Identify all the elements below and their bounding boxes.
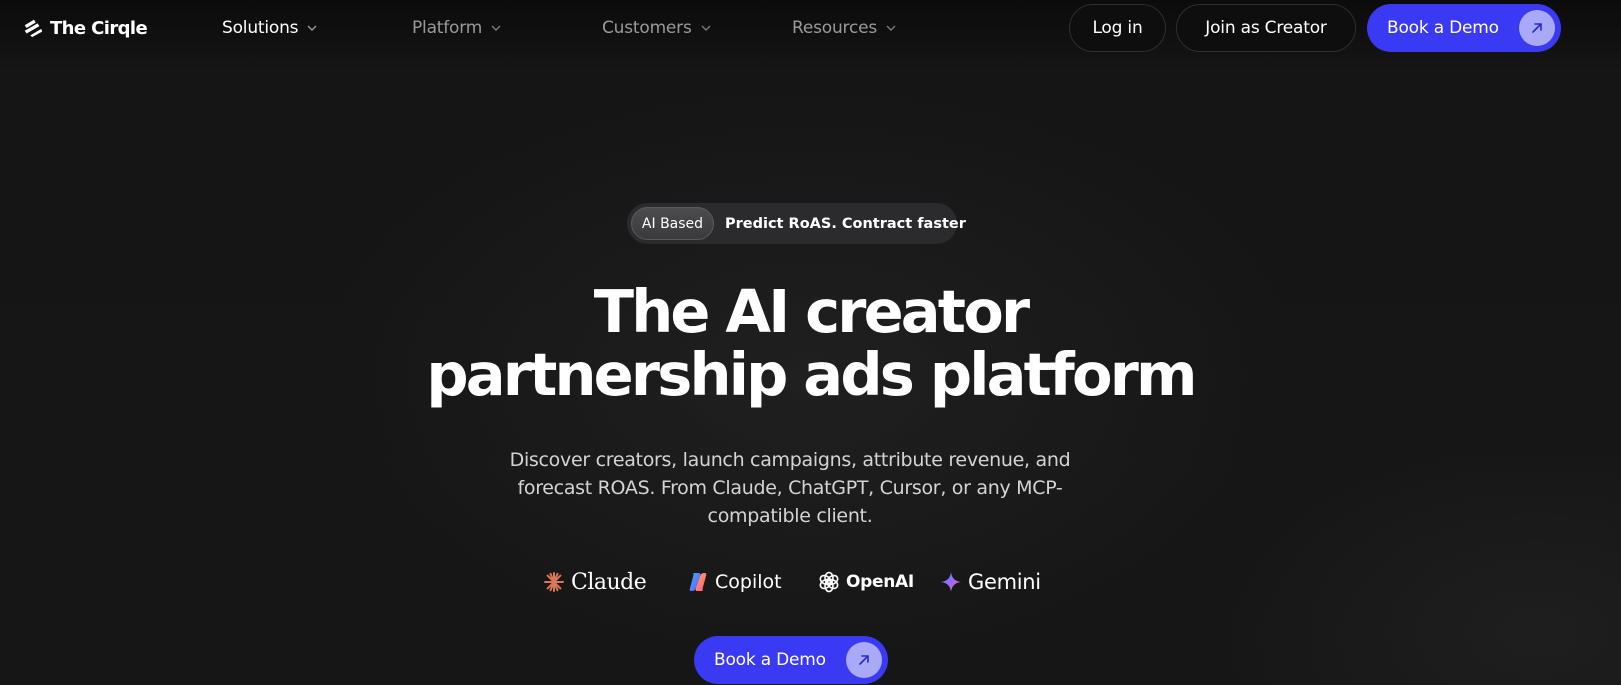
nav-book-demo-button[interactable]: Book a Demo [1367,4,1561,52]
claude-label: Claude [571,569,647,595]
nav-resources[interactable]: Resources [792,16,897,40]
nav-customers[interactable]: Customers [602,16,712,40]
chevron-down-icon [307,25,317,31]
openai-label: OpenAI [846,572,914,592]
arrow-up-right-icon [1519,10,1555,46]
hero-book-demo-button[interactable]: Book a Demo [694,636,888,684]
integration-logos: Claude Copilot OpenAI Gemini [0,565,1621,599]
nav-platform-label: Platform [412,18,483,38]
top-navigation: The Cirqle Solutions Platform Customers … [0,0,1621,56]
gemini-label: Gemini [968,570,1041,594]
badge-pill: AI Based [631,207,714,240]
chevron-down-icon [886,25,896,31]
claude-icon [544,572,564,592]
hero-subtitle: Discover creators, launch campaigns, att… [509,449,1071,527]
integration-gemini: Gemini [940,565,1041,599]
nav-book-demo-label: Book a Demo [1387,18,1499,38]
headline-line-1: The AI creator [593,277,1030,346]
brand-logo[interactable]: The Cirqle [22,16,148,40]
headline-line-2: partnership ads platform [426,340,1197,409]
gemini-icon [941,572,961,592]
hero-headline: The AI creator partnership ads platform [0,280,1621,406]
hero-badge: AI Based Predict RoAS. Contract faster [627,203,966,244]
nav-solutions[interactable]: Solutions [222,16,318,40]
badge-text: Predict RoAS. Contract faster [725,215,966,232]
integration-openai: OpenAI [818,565,914,599]
nav-resources-label: Resources [792,18,878,38]
arrow-up-right-icon [846,642,882,678]
nav-solutions-label: Solutions [222,18,299,38]
cirqle-logo-icon [24,19,43,38]
chevron-down-icon [491,25,501,31]
integration-copilot: Copilot [687,565,782,599]
login-button[interactable]: Log in [1069,4,1166,52]
copilot-label: Copilot [715,571,782,593]
nav-platform[interactable]: Platform [412,16,502,40]
nav-customers-label: Customers [602,18,692,38]
chevron-down-icon [701,25,711,31]
hero-book-demo-label: Book a Demo [714,650,826,670]
integration-claude: Claude [543,565,647,599]
copilot-icon [689,573,707,591]
brand-name: The Cirqle [50,17,148,39]
openai-icon [819,571,839,593]
join-as-creator-button[interactable]: Join as Creator [1176,4,1356,52]
